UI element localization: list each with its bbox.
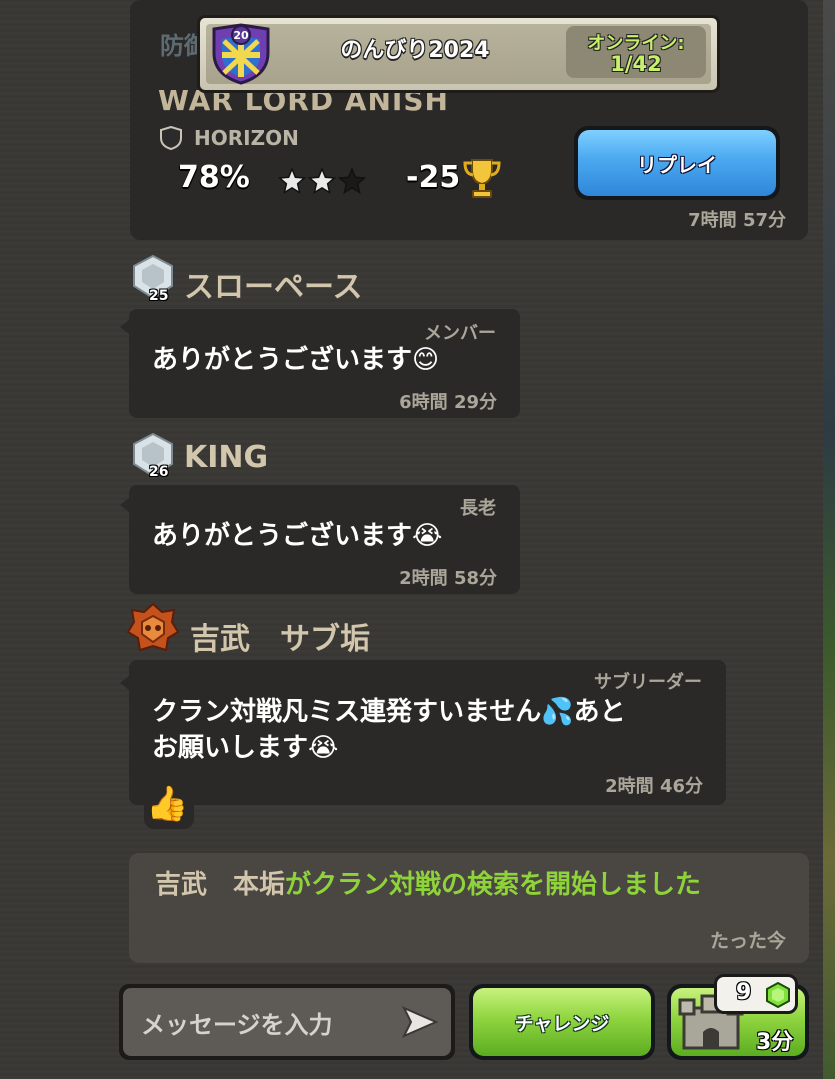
message-time: 2時間 58分 (399, 568, 497, 589)
system-message-text: 吉武 本垢がクラン対戦の検索を開始しました (155, 868, 785, 902)
system-message-body: がクラン対戦の検索を開始しました (285, 870, 702, 900)
star-filled-icon (307, 167, 337, 195)
star-filled-icon (278, 167, 307, 195)
destruction-percent: 78% (178, 160, 250, 195)
star-empty-icon (337, 167, 367, 195)
defender-name: HORIZON (194, 126, 299, 150)
castle-timer: 3分 (756, 1030, 794, 1055)
shield-icon (160, 126, 182, 150)
trophy-icon (463, 159, 501, 198)
message-time: 2時間 46分 (605, 776, 703, 797)
sender-name[interactable]: KING (184, 440, 268, 475)
stars-rating (278, 167, 367, 195)
message-input-placeholder: メッセージを入力 (141, 1010, 333, 1039)
replay-button[interactable]: リプレイ (574, 126, 780, 200)
message-text: ありがとうございます😭 (152, 521, 443, 551)
message-text: ありがとうございます😊 (152, 345, 440, 375)
thumbs-up-icon: 👍 (146, 784, 189, 824)
clan-name: のんびり2024 (340, 38, 490, 63)
sender-level: 26 (149, 464, 169, 480)
challenge-button-label: チャレンジ (473, 988, 651, 1056)
clan-badge-icon: 20 (212, 23, 270, 85)
game-scene-edge (823, 0, 835, 1079)
message-input[interactable]: メッセージを入力 (119, 984, 455, 1060)
replay-button-label: リプレイ (578, 130, 776, 196)
system-message-name[interactable]: 吉武 本垢 (155, 870, 285, 900)
member-role: サブリーダー (594, 672, 702, 693)
member-role: 長老 (460, 498, 496, 519)
challenge-button[interactable]: チャレンジ (469, 984, 655, 1060)
gem-count: 9 (736, 980, 752, 1005)
trophy-change: -25 (406, 160, 461, 195)
legend-badge-icon (126, 602, 180, 652)
online-count: 1/42 (610, 52, 662, 76)
system-message-time: たった今 (709, 930, 786, 952)
message-text-line-1: クラン対戦凡ミス連発すいません💦あと (152, 697, 626, 727)
sender-name[interactable]: 吉武 サブ垢 (190, 614, 370, 658)
sender-name[interactable]: スローペース (184, 262, 363, 306)
sender-level: 25 (149, 288, 169, 304)
gem-icon (766, 982, 790, 1008)
clan-level: 20 (233, 29, 249, 42)
message-text-line-2: お願いします😭 (152, 733, 339, 763)
send-icon[interactable] (401, 1004, 439, 1040)
message-time: 6時間 29分 (399, 392, 497, 413)
war-log-time: 7時間 57分 (688, 210, 786, 231)
